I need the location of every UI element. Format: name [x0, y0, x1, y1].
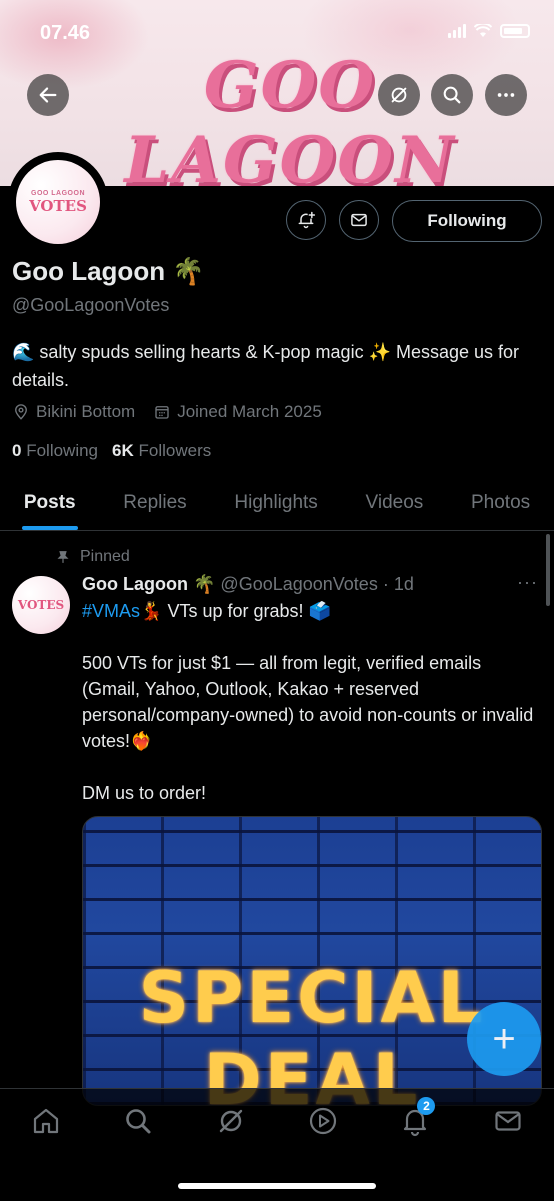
home-indicator[interactable] — [178, 1183, 376, 1189]
followers-label: Followers — [138, 441, 212, 460]
status-time: 07.46 — [40, 22, 91, 44]
status-icons — [448, 24, 530, 38]
home-icon — [34, 1108, 59, 1134]
banner-title: GOO LAGOON — [124, 48, 456, 186]
search-icon — [443, 86, 461, 104]
following-button[interactable]: Following — [392, 200, 542, 242]
search-button[interactable] — [431, 74, 473, 116]
arrow-left-icon — [39, 87, 57, 103]
tab-posts[interactable]: Posts — [21, 478, 78, 530]
avatar-image: GOO LAGOON VOTES — [16, 160, 100, 244]
nav-home[interactable] — [30, 1105, 62, 1137]
follow-stats: 0 Following 6K Followers — [12, 441, 211, 461]
post-author-handle-time: @GooLagoonVotes · 1d — [220, 574, 414, 594]
location-pin-icon — [15, 404, 27, 420]
pinned-label: Pinned — [80, 548, 130, 565]
message-button[interactable] — [339, 200, 379, 240]
mail-icon — [351, 213, 367, 227]
post-header: Goo Lagoon 🌴 @GooLagoonVotes · 1d — [82, 574, 414, 595]
profile-handle: @GooLagoonVotes — [12, 295, 170, 315]
location-text: Bikini Bottom — [36, 402, 136, 421]
tab-photos[interactable]: Photos — [471, 478, 530, 530]
more-icon — [497, 93, 515, 97]
profile-tabs: Posts Replies Highlights Videos Photos — [0, 478, 554, 531]
post-author-name[interactable]: Goo Lagoon 🌴 — [82, 574, 215, 594]
calendar-icon — [155, 406, 169, 419]
avatar-main-text: VOTES — [29, 196, 87, 215]
tab-replies[interactable]: Replies — [123, 478, 186, 530]
plus-icon: + — [492, 1017, 516, 1061]
profile-avatar[interactable]: GOO LAGOON VOTES — [8, 152, 108, 252]
post-media-image[interactable]: SPECIAL DEAL — [82, 816, 542, 1106]
location: Bikini Bottom — [12, 402, 135, 422]
post-paragraph-2: 500 VTs for just $1 — all from legit, ve… — [82, 653, 534, 751]
grok-icon — [391, 87, 407, 103]
tab-highlights[interactable]: Highlights — [234, 478, 317, 530]
battery-icon — [500, 24, 530, 38]
tab-videos[interactable]: Videos — [366, 478, 424, 530]
search-icon — [126, 1109, 151, 1134]
profile-name: Goo Lagoon 🌴 — [12, 256, 205, 286]
following-count: 0 — [12, 441, 22, 460]
following-label: Following — [26, 441, 99, 460]
compose-post-button[interactable]: + — [467, 1002, 541, 1076]
more-options-button[interactable] — [485, 74, 527, 116]
profile-meta: Bikini Bottom Joined March 2025 — [12, 402, 322, 422]
wifi-icon — [474, 24, 492, 37]
pin-icon — [57, 551, 69, 563]
join-date: Joined March 2025 — [153, 402, 322, 422]
nav-grok[interactable] — [215, 1105, 247, 1137]
nav-messages[interactable] — [492, 1105, 524, 1137]
grok-icon — [219, 1109, 243, 1133]
pinned-indicator: Pinned — [56, 548, 130, 566]
followers-stat[interactable]: 6K Followers — [112, 441, 211, 461]
notifications-toggle-button[interactable] — [286, 200, 326, 240]
post-text: #VMAs💃 VTs up for grabs! 🗳️ 500 VTs for … — [82, 598, 544, 806]
nav-video[interactable] — [307, 1105, 339, 1137]
followers-count: 6K — [112, 441, 134, 460]
grok-button[interactable] — [378, 74, 420, 116]
post-more-button[interactable]: ··· — [517, 572, 538, 593]
nav-notifications[interactable]: 2 — [399, 1097, 436, 1137]
notifications-badge: 2 — [417, 1097, 436, 1115]
bell-plus-icon — [298, 211, 316, 229]
back-button[interactable] — [27, 74, 69, 116]
mail-icon — [495, 1111, 521, 1131]
post-paragraph-3: DM us to order! — [82, 783, 207, 803]
hashtag-link[interactable]: #VMAs💃 — [82, 601, 162, 621]
following-stat[interactable]: 0 Following — [12, 441, 98, 461]
join-date-text: Joined March 2025 — [177, 402, 322, 421]
video-icon — [310, 1107, 337, 1135]
profile-bio: 🌊 salty spuds selling hearts & K-pop mag… — [12, 342, 520, 390]
post-author-avatar[interactable]: VOTES — [12, 576, 70, 634]
avatar-top-text: GOO LAGOON — [31, 189, 85, 197]
post-line1: VTs up for grabs! 🗳️ — [162, 601, 331, 621]
post-avatar-text: VOTES — [17, 598, 65, 612]
nav-search[interactable] — [122, 1105, 154, 1137]
signal-icon — [448, 24, 466, 38]
scrollbar[interactable] — [546, 534, 550, 606]
